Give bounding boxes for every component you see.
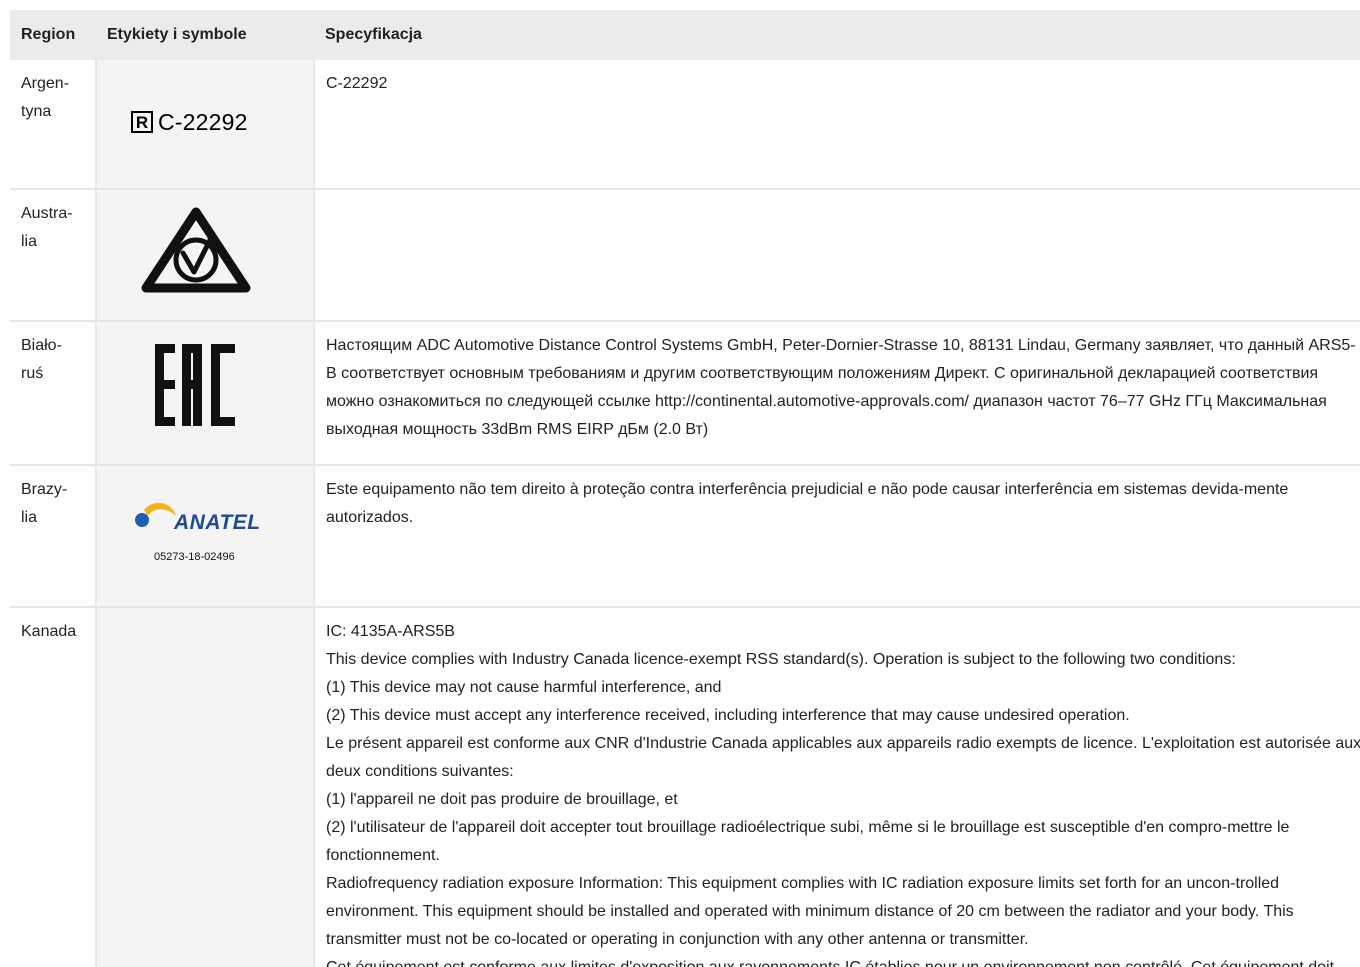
region-cell: Austra- lia [10,189,96,322]
spec-line: (1) l'appareil ne doit pas produire de b… [326,791,678,808]
table-header-row: Region Etykiety i symbole Specyfikacja [10,10,1360,60]
spec-cell: Настоящим ADC Automotive Distance Contro… [314,321,1360,466]
symbol-cell [95,607,315,967]
spec-cell: Este equipamento não tem direito à prote… [314,465,1360,608]
header-spec: Specyfikacja [314,10,1360,60]
anatel-number: 05273-18-02496 [154,551,235,563]
registered-r-icon: R [131,111,153,133]
region-cell: Kanada [10,607,96,967]
spec-line: This device complies with Industry Canad… [326,651,1236,668]
regulatory-table: Region Etykiety i symbole Specyfikacja A… [10,10,1360,967]
region-cell: Biało- ruś [10,321,96,466]
table-row: Biało- ruś Настоящим ADC Automotive Dist… [10,321,1360,466]
table-row: Argen- tyna R C-22292 C-22292 [10,60,1360,190]
spec-line: (2) l'utilisateur de l'appareil doit acc… [326,819,1290,864]
spec-line: Radiofrequency radiation exposure Inform… [326,875,1294,948]
header-region: Region [10,10,96,60]
table-row: Brazy- lia ANATEL 05273-18-02496 Este eq… [10,465,1360,608]
region-cell: Brazy- lia [10,465,96,608]
rcm-compliance-mark-icon [141,207,251,293]
spec-line: (2) This device must accept any interfer… [326,707,1130,724]
spec-line: Este equipamento não tem direito à prote… [326,481,1289,526]
symbol-cell [95,321,315,466]
spec-line: C-22292 [326,75,388,92]
spec-line: IC: 4135A-ARS5B [326,623,455,640]
symbol-cell: R C-22292 [95,60,315,190]
eac-mark-icon [155,344,235,426]
anatel-wordmark: ANATEL [174,511,261,534]
spec-cell: C-22292 [314,60,1360,190]
region-name: Austra- lia [21,205,73,250]
argentina-mark-code: C-22292 [158,109,248,135]
table-row: Kanada IC: 4135A-ARS5B This device compl… [10,607,1360,967]
symbol-cell [95,189,315,322]
spec-line: (1) This device may not cause harmful in… [326,679,722,696]
region-name: Argen- tyna [21,75,70,120]
spec-line: Настоящим ADC Automotive Distance Contro… [326,337,1356,438]
region-name: Brazy- lia [21,481,68,526]
region-cell: Argen- tyna [10,60,96,190]
region-name: Kanada [21,623,77,640]
symbol-cell: ANATEL 05273-18-02496 [95,465,315,608]
anatel-logo-icon [135,502,176,527]
argentina-mark: R C-22292 [131,108,248,136]
region-name: Biało- ruś [21,337,62,382]
header-symbols: Etykiety i symbole [96,10,314,60]
spec-line: Cet équipement est conforme aux limites … [326,954,1360,967]
spec-cell: IC: 4135A-ARS5B This device complies wit… [314,607,1360,967]
page: Region Etykiety i symbole Specyfikacja A… [0,0,1360,967]
anatel-logo: ANATEL 05273-18-02496 [134,500,274,563]
spec-cell [314,189,1360,322]
table-row: Austra- lia [10,189,1360,322]
spec-line: Le présent appareil est conforme aux CNR… [326,735,1360,780]
